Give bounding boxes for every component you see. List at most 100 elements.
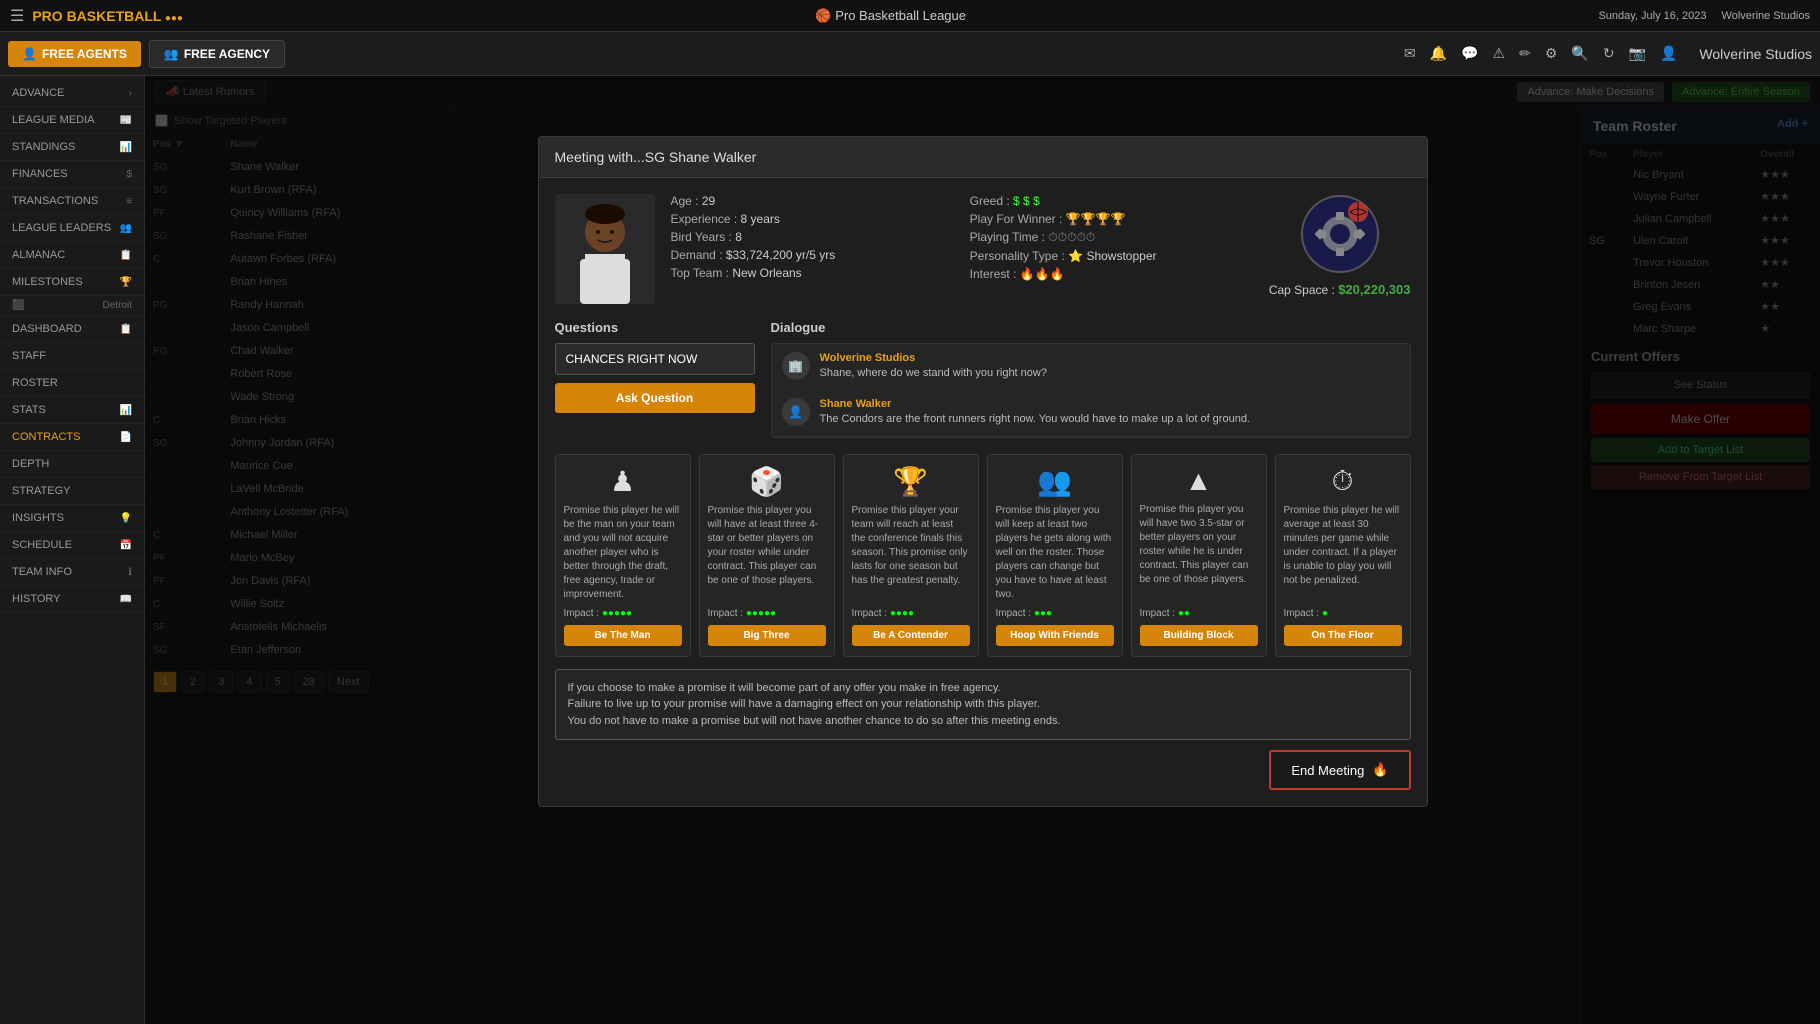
impact-row-building-block: Impact : ●● xyxy=(1140,608,1258,619)
team-logo-section: Cap Space : $20,220,303 xyxy=(1269,194,1411,297)
warning-box: If you choose to make a promise it will … xyxy=(555,669,1411,741)
sidebar-item-history[interactable]: HISTORY 📖 xyxy=(0,586,144,613)
promise-card-big-three: 🎲 Promise this player you will have at l… xyxy=(699,454,835,657)
promise-btn-hoop-with-friends[interactable]: Hoop With Friends xyxy=(996,625,1114,646)
league-icon: 👥 xyxy=(120,223,132,234)
sidebar: ADVANCE › LEAGUE MEDIA 📰 STANDINGS 📊 FIN… xyxy=(0,76,145,1024)
history-icon: 📖 xyxy=(120,594,132,605)
top-bar-center: 🏀 Pro Basketball League xyxy=(815,8,966,24)
edit-icon[interactable]: ✏ xyxy=(1519,45,1531,62)
stats-icon: 📊 xyxy=(120,405,132,416)
fire-icon: 🔥 xyxy=(1372,762,1388,778)
promise-icon-hoop-with-friends: 👥 xyxy=(996,465,1114,498)
dialogue-content-0: Wolverine Studios Shane, where do we sta… xyxy=(820,352,1047,381)
sidebar-item-contracts[interactable]: CONTRACTS 📄 xyxy=(0,424,144,451)
camera-icon[interactable]: 📷 xyxy=(1629,45,1646,62)
free-agents-btn[interactable]: 👤 FREE AGENTS xyxy=(8,41,141,67)
sidebar-item-dashboard[interactable]: DASHBOARD 📋 xyxy=(0,316,144,343)
sidebar-item-almanac[interactable]: ALMANAC 📋 xyxy=(0,242,144,269)
sidebar-item-standings[interactable]: STANDINGS 📊 xyxy=(0,134,144,161)
promise-card-building-block: ▲ Promise this player you will have two … xyxy=(1131,454,1267,657)
promise-text-on-the-floor: Promise this player he will average at l… xyxy=(1284,504,1402,602)
free-agency-btn[interactable]: 👥 FREE AGENCY xyxy=(149,40,285,68)
modal-header: Meeting with...SG Shane Walker xyxy=(539,137,1427,178)
app-logo: PRO BASKETBALL ●●● xyxy=(32,8,183,24)
promise-btn-be-a-contender[interactable]: Be A Contender xyxy=(852,625,970,646)
promise-text-big-three: Promise this player you will have at lea… xyxy=(708,504,826,602)
finances-icon: $ xyxy=(126,169,132,180)
sidebar-item-schedule[interactable]: SCHEDULE 📅 xyxy=(0,532,144,559)
promise-btn-big-three[interactable]: Big Three xyxy=(708,625,826,646)
modal-overlay: Meeting with...SG Shane Walker xyxy=(145,76,1820,1024)
player-stats-left: Age : 29 Experience : 8 years Bird Years… xyxy=(671,194,954,284)
impact-row-be-a-contender: Impact : ●●●● xyxy=(852,608,970,619)
team-logo xyxy=(1300,194,1380,274)
sidebar-item-depth[interactable]: DEPTH xyxy=(0,451,144,478)
sidebar-item-stats[interactable]: STATS 📊 xyxy=(0,397,144,424)
promise-icon-be-the-man: ♟ xyxy=(564,465,682,498)
sidebar-item-staff[interactable]: STAFF xyxy=(0,343,144,370)
ask-question-btn[interactable]: Ask Question xyxy=(555,383,755,413)
mail-icon[interactable]: ✉ xyxy=(1404,45,1416,62)
promise-btn-building-block[interactable]: Building Block xyxy=(1140,625,1258,646)
content-area: 📣 Latest Rumors Advance: Make Decisions … xyxy=(145,76,1820,1024)
dialogue-col: Dialogue 🏢 Wolverine Studios Shane, wher… xyxy=(771,320,1411,438)
almanac-icon: 📋 xyxy=(120,250,132,261)
impact-row-be-the-man: Impact : ●●●●● xyxy=(564,608,682,619)
promise-card-be-the-man: ♟ Promise this player he will be the man… xyxy=(555,454,691,657)
sidebar-item-advance[interactable]: ADVANCE › xyxy=(0,80,144,107)
top-bar-right: Sunday, July 16, 2023 Wolverine Studios xyxy=(1598,10,1810,22)
end-meeting-btn[interactable]: End Meeting 🔥 xyxy=(1269,750,1410,790)
nav-bar: 👤 FREE AGENTS 👥 FREE AGENCY ✉ 🔔 💬 ⚠ ✏ ⚙ … xyxy=(0,32,1820,76)
dashboard-icon: 📋 xyxy=(120,324,132,335)
media-icon: 📰 xyxy=(120,115,132,126)
impact-row-big-three: Impact : ●●●●● xyxy=(708,608,826,619)
question-dropdown-wrapper: CHANCES RIGHT NOW CONTRACT DEMANDS TOP T… xyxy=(555,343,755,383)
player-avatar xyxy=(555,194,655,304)
promise-icon-big-three: 🎲 xyxy=(708,465,826,498)
promise-text-building-block: Promise this player you will have two 3.… xyxy=(1140,503,1258,602)
dialogue-avatar-player: 👤 xyxy=(782,398,810,426)
settings-icon[interactable]: ⚙ xyxy=(1545,45,1558,62)
chevron-icon: › xyxy=(129,88,132,99)
info-icon: ℹ xyxy=(128,567,132,578)
refresh-icon[interactable]: ↻ xyxy=(1603,45,1615,62)
promise-btn-be-the-man[interactable]: Be The Man xyxy=(564,625,682,646)
promise-card-on-the-floor: ⏱ Promise this player he will average at… xyxy=(1275,454,1411,657)
main-layout: ADVANCE › LEAGUE MEDIA 📰 STANDINGS 📊 FIN… xyxy=(0,76,1820,1024)
sidebar-item-league-leaders[interactable]: LEAGUE LEADERS 👥 xyxy=(0,215,144,242)
promise-text-be-the-man: Promise this player he will be the man o… xyxy=(564,504,682,602)
promise-card-hoop-with-friends: 👥 Promise this player you will keep at l… xyxy=(987,454,1123,657)
sidebar-item-insights[interactable]: INSIGHTS 💡 xyxy=(0,505,144,532)
top-bar-left: ☰ PRO BASKETBALL ●●● xyxy=(10,6,183,26)
sidebar-item-team-info[interactable]: TEAM INFO ℹ xyxy=(0,559,144,586)
standings-icon: 📊 xyxy=(120,142,132,153)
sidebar-item-strategy[interactable]: STRATEGY xyxy=(0,478,144,505)
modal-body: Age : 29 Experience : 8 years Bird Years… xyxy=(539,178,1427,806)
sidebar-item-milestones[interactable]: MILESTONES 🏆 xyxy=(0,269,144,296)
sidebar-item-detroit[interactable]: ⬛ Detroit xyxy=(0,296,144,316)
schedule-icon: 📅 xyxy=(120,540,132,551)
free-agents-icon: 👤 xyxy=(22,47,37,61)
user-icon[interactable]: 👤 xyxy=(1660,45,1677,62)
dialogue-content-1: Shane Walker The Condors are the front r… xyxy=(820,398,1251,427)
chat-icon[interactable]: 💬 xyxy=(1461,45,1478,62)
dialogue-avatar-wolverine: 🏢 xyxy=(782,352,810,380)
promise-btn-on-the-floor[interactable]: On The Floor xyxy=(1284,625,1402,646)
impact-row-hoop-with-friends: Impact : ●●● xyxy=(996,608,1114,619)
sidebar-item-transactions[interactable]: TRANSACTIONS ≡ xyxy=(0,188,144,215)
notification-icon[interactable]: 🔔 xyxy=(1430,45,1447,62)
sidebar-item-league-media[interactable]: LEAGUE MEDIA 📰 xyxy=(0,107,144,134)
sidebar-item-finances[interactable]: FINANCES $ xyxy=(0,161,144,188)
promise-icon-building-block: ▲ xyxy=(1140,465,1258,497)
contracts-icon: 📄 xyxy=(120,432,132,443)
search-icon[interactable]: 🔍 xyxy=(1571,45,1588,62)
sidebar-item-roster[interactable]: ROSTER xyxy=(0,370,144,397)
menu-icon[interactable]: ☰ xyxy=(10,6,24,26)
player-info-section: Age : 29 Experience : 8 years Bird Years… xyxy=(555,194,1411,304)
promise-text-hoop-with-friends: Promise this player you will keep at lea… xyxy=(996,504,1114,602)
question-select[interactable]: CHANCES RIGHT NOW CONTRACT DEMANDS TOP T… xyxy=(555,343,755,375)
alert-icon[interactable]: ⚠ xyxy=(1493,45,1506,62)
free-agency-icon: 👥 xyxy=(164,47,179,61)
dialogue-box: 🏢 Wolverine Studios Shane, where do we s… xyxy=(771,343,1411,438)
